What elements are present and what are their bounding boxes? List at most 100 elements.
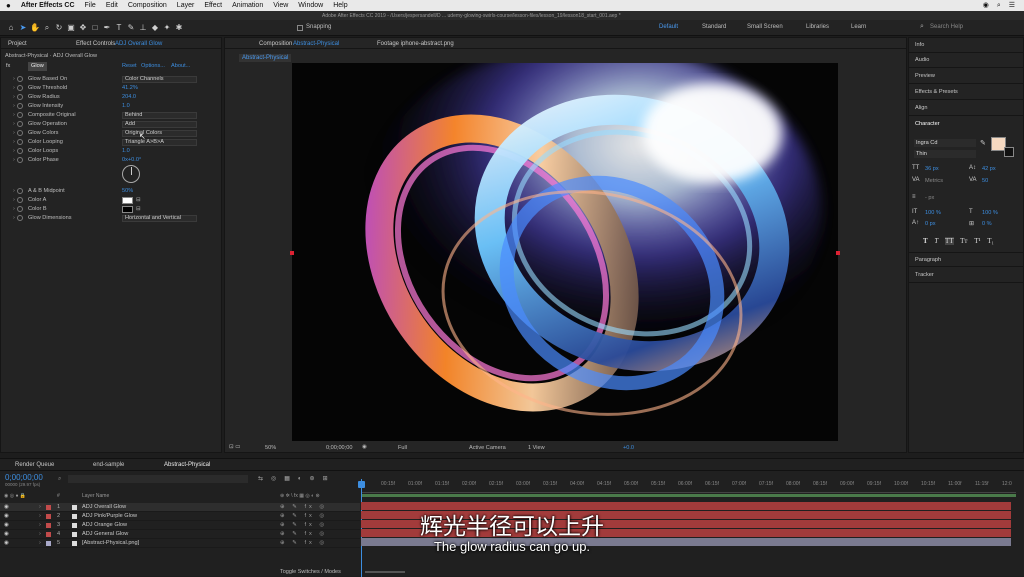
- puppet-tool-icon[interactable]: ✱: [174, 23, 184, 33]
- stopwatch-icon[interactable]: [17, 157, 23, 163]
- work-area-bar[interactable]: [361, 494, 1016, 497]
- color-phase-dial[interactable]: [122, 165, 140, 183]
- panel-align[interactable]: Align: [909, 101, 1023, 116]
- stopwatch-icon[interactable]: [17, 188, 23, 194]
- workspace-small-screen[interactable]: Small Screen: [747, 24, 783, 30]
- color-swatch[interactable]: [122, 206, 133, 213]
- view-layout-select[interactable]: 1 View: [528, 445, 545, 451]
- stopwatch-icon[interactable]: [17, 197, 23, 203]
- faux-italic-button[interactable]: T: [934, 237, 938, 245]
- pan-behind-tool-icon[interactable]: ✥: [78, 23, 88, 33]
- tab-abstract-physical[interactable]: Abstract-Physical: [164, 462, 210, 468]
- panel-tracker[interactable]: Tracker: [909, 268, 1023, 283]
- camera-tool-icon[interactable]: ▣: [66, 23, 76, 33]
- tab-effect-target[interactable]: ADJ Overall Glow: [115, 41, 162, 47]
- font-size-value[interactable]: 36 px: [925, 166, 939, 172]
- eraser-tool-icon[interactable]: ◆: [150, 23, 160, 33]
- all-caps-button[interactable]: TT: [944, 237, 954, 245]
- tsume-value[interactable]: 0 %: [982, 221, 992, 227]
- expand-arrow-icon[interactable]: ›: [13, 187, 15, 196]
- rotate-tool-icon[interactable]: ↻: [54, 23, 64, 33]
- expand-arrow-icon[interactable]: ›: [13, 93, 15, 102]
- expand-arrow-icon[interactable]: ›: [13, 102, 15, 111]
- effect-name[interactable]: Glow: [28, 62, 47, 71]
- stopwatch-icon[interactable]: [17, 139, 23, 145]
- eyedropper-icon[interactable]: ⊟: [136, 205, 141, 214]
- anchor-handle-right[interactable]: [836, 251, 840, 255]
- tracking-value[interactable]: 50: [982, 178, 988, 184]
- search-help-input[interactable]: Search Help: [930, 24, 963, 30]
- playhead-handle[interactable]: [358, 481, 365, 488]
- apple-icon[interactable]: ●: [6, 1, 11, 10]
- workspace-default[interactable]: Default: [659, 24, 678, 30]
- stopwatch-icon[interactable]: [17, 85, 23, 91]
- effect-prop-value[interactable]: Add: [122, 121, 197, 128]
- tab-effect-controls[interactable]: Effect Controls: [76, 41, 115, 47]
- tab-composition[interactable]: Composition: [259, 41, 292, 47]
- menu-app[interactable]: After Effects CC: [21, 2, 75, 9]
- type-tool-icon[interactable]: T: [114, 23, 124, 33]
- stopwatch-icon[interactable]: [17, 130, 23, 136]
- kerning-value[interactable]: Metrics: [925, 178, 943, 184]
- exposure-value[interactable]: +0.0: [623, 445, 634, 451]
- effect-prop-value[interactable]: Horizontal and Vertical: [122, 215, 197, 222]
- workspace-libraries[interactable]: Libraries: [806, 24, 829, 30]
- effect-prop-value[interactable]: 0x+0.0°: [122, 156, 141, 165]
- comp-subtab[interactable]: Abstract-Physical: [239, 54, 292, 62]
- tab-project[interactable]: Project: [8, 41, 27, 47]
- snapping-checkbox[interactable]: [297, 25, 303, 31]
- expand-arrow-icon[interactable]: ›: [13, 196, 15, 205]
- stroke-width-value[interactable]: - px: [925, 195, 934, 201]
- menu-edit[interactable]: Edit: [106, 2, 118, 9]
- menu-view[interactable]: View: [273, 2, 288, 9]
- small-caps-button[interactable]: Tт: [960, 237, 967, 245]
- pen-tool-icon[interactable]: ✒: [102, 23, 112, 33]
- toggle-switches-modes[interactable]: Toggle Switches / Modes: [280, 569, 341, 575]
- expand-arrow-icon[interactable]: ›: [13, 214, 15, 223]
- menu-layer[interactable]: Layer: [177, 2, 195, 9]
- tab-footage[interactable]: Footage iphone-abstract.png: [377, 41, 454, 47]
- stopwatch-icon[interactable]: [17, 121, 23, 127]
- brush-tool-icon[interactable]: ✎: [126, 23, 136, 33]
- anchor-handle-left[interactable]: [290, 251, 294, 255]
- eyedropper-icon[interactable]: ✎: [980, 139, 986, 147]
- effect-prop-value[interactable]: Original Colors: [122, 130, 197, 137]
- effect-prop-value[interactable]: 204.0: [122, 93, 136, 102]
- zoom-tool-icon[interactable]: ⌕: [42, 23, 52, 33]
- tab-end-sample[interactable]: end-sample: [93, 462, 124, 468]
- timeline-search-icon[interactable]: ⌕: [58, 476, 61, 483]
- expand-arrow-icon[interactable]: ›: [13, 75, 15, 84]
- fx-icon[interactable]: fx: [6, 62, 10, 71]
- expand-arrow-icon[interactable]: ›: [13, 111, 15, 120]
- baseline-value[interactable]: 0 px: [925, 221, 936, 227]
- expand-arrow-icon[interactable]: ›: [13, 138, 15, 147]
- subscript-button[interactable]: T₁: [987, 237, 994, 245]
- panel-effects-presets[interactable]: Effects & Presets: [909, 85, 1023, 100]
- stopwatch-icon[interactable]: [17, 148, 23, 154]
- effect-prop-value[interactable]: 41.2%: [122, 84, 138, 93]
- expand-arrow-icon[interactable]: ›: [13, 147, 15, 156]
- about-link[interactable]: About...: [171, 62, 190, 71]
- reset-link[interactable]: Reset: [122, 62, 137, 71]
- menu-composition[interactable]: Composition: [128, 2, 167, 9]
- effect-prop-value[interactable]: 1.0: [122, 102, 130, 111]
- vertical-scale-value[interactable]: 100 %: [925, 210, 941, 216]
- effect-prop-value[interactable]: 50%: [122, 187, 133, 196]
- expand-arrow-icon[interactable]: ›: [13, 156, 15, 165]
- panel-preview[interactable]: Preview: [909, 69, 1023, 84]
- stroke-color-swatch[interactable]: [1004, 147, 1014, 157]
- menu-file[interactable]: File: [85, 2, 96, 9]
- menu-window[interactable]: Window: [298, 2, 323, 9]
- always-preview-icon[interactable]: ⊡ ▭: [229, 444, 241, 450]
- stopwatch-icon[interactable]: [17, 206, 23, 212]
- leading-value[interactable]: 42 px: [982, 166, 996, 172]
- resolution-select[interactable]: Full: [398, 445, 407, 451]
- font-style-select[interactable]: Thin: [914, 150, 976, 158]
- stopwatch-icon[interactable]: [17, 94, 23, 100]
- stopwatch-icon[interactable]: [17, 103, 23, 109]
- stopwatch-icon[interactable]: [17, 76, 23, 82]
- timeline-search-input[interactable]: [68, 475, 248, 483]
- timeline-switch-icons[interactable]: ⇆◎▦◐⊛⊞: [258, 475, 336, 482]
- camera-select[interactable]: Active Camera: [469, 445, 506, 451]
- panel-info[interactable]: Info: [909, 38, 1023, 53]
